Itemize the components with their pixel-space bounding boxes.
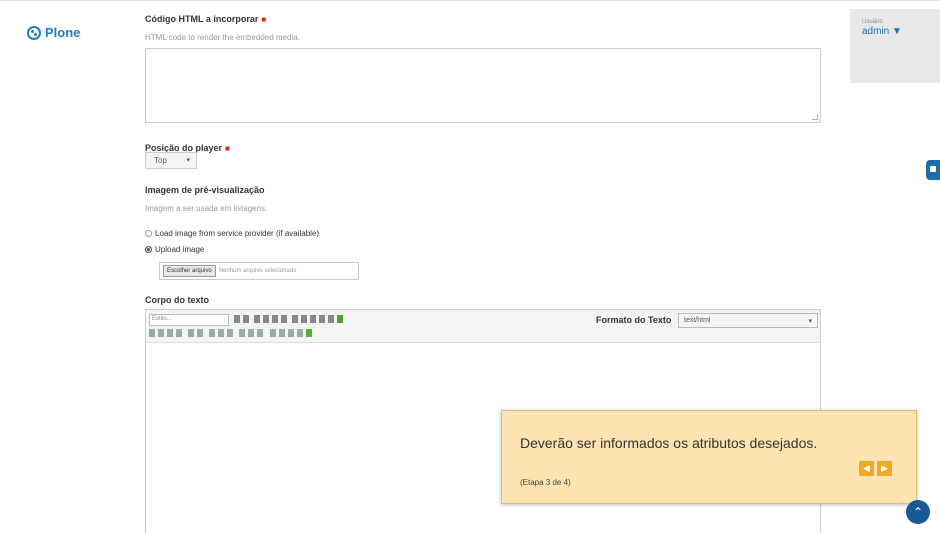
tour-next-button[interactable]: ▶ <box>877 461 892 476</box>
player-position-value: Top <box>154 156 167 165</box>
horizontal-rule-icon[interactable] <box>288 329 294 337</box>
toolbar-toggle-icon[interactable] <box>926 160 940 180</box>
preview-image-field: Imagem de pré-visualização Imagem a ser … <box>145 185 267 213</box>
undo-icon[interactable] <box>149 329 155 337</box>
outdent-icon[interactable] <box>310 315 316 323</box>
redo-icon[interactable] <box>158 329 164 337</box>
player-position-select[interactable]: Top ▾ <box>145 152 197 169</box>
choose-file-button[interactable]: Escolher arquivo <box>163 265 216 277</box>
page: Plone Usuário admin ▼ Código HTML a inco… <box>0 0 940 533</box>
grid-icon[interactable] <box>279 329 285 337</box>
radio-label: Upload image <box>155 245 205 254</box>
italic-icon[interactable] <box>243 315 249 323</box>
image-icon[interactable] <box>176 329 182 337</box>
file-status: Nenhum arquivo selecionado <box>218 268 297 274</box>
list-icon[interactable] <box>270 329 276 337</box>
user-label: Usuário <box>862 19 883 25</box>
editor-toolbar: Estilo... Formato do Texto text/html ▾ <box>146 310 820 343</box>
chevron-down-icon: ▾ <box>186 157 190 164</box>
embed-code-field: Código HTML a incorporar ■ HTML code to r… <box>145 9 300 42</box>
hr-icon[interactable] <box>227 329 233 337</box>
preview-image-label: Imagem de pré-visualização <box>145 185 265 195</box>
bullet-list-icon[interactable] <box>292 315 298 323</box>
align-right-icon[interactable] <box>272 315 278 323</box>
unlink-icon[interactable] <box>197 329 203 337</box>
align-left-icon[interactable] <box>254 315 260 323</box>
style-select[interactable]: Estilo... <box>149 314 229 326</box>
file-upload: Escolher arquivo Nenhum arquivo selecion… <box>159 262 359 280</box>
user-menu[interactable]: Usuário admin ▼ <box>850 9 940 83</box>
embed-code-textarea[interactable] <box>145 48 821 123</box>
text-color-icon[interactable] <box>257 329 263 337</box>
fullscreen-icon[interactable] <box>306 329 312 337</box>
tour-step: (Etapa 3 de 4) <box>520 478 571 487</box>
align-justify-icon[interactable] <box>281 315 287 323</box>
align-center-icon[interactable] <box>263 315 269 323</box>
superscript-icon[interactable] <box>218 329 224 337</box>
text-format-select[interactable]: text/html ▾ <box>678 313 818 328</box>
tour-message: Deverão ser informados os atributos dese… <box>520 435 818 451</box>
numbered-list-icon[interactable] <box>301 315 307 323</box>
site-logo[interactable]: Plone <box>27 25 80 40</box>
scroll-top-button[interactable]: ⌃ <box>906 500 930 524</box>
tour-prev-button[interactable]: ◀ <box>859 461 874 476</box>
tour-tooltip: Deverão ser informados os atributos dese… <box>501 410 917 504</box>
required-icon: ■ <box>261 15 267 24</box>
brand-name: Plone <box>45 25 81 40</box>
user-name[interactable]: admin ▼ <box>862 26 940 37</box>
embed-code-help: HTML code to render the embedded media. <box>145 33 300 42</box>
radio-selected-icon[interactable] <box>145 246 152 253</box>
text-format-value: text/html <box>684 317 711 324</box>
media-icon[interactable] <box>297 329 303 337</box>
body-text-label: Corpo do texto <box>145 295 209 305</box>
spellcheck-icon[interactable] <box>337 315 343 323</box>
plone-logo-icon <box>27 25 41 40</box>
resize-grip-icon[interactable] <box>812 114 818 120</box>
chevron-down-icon: ▾ <box>808 318 812 325</box>
indent-icon[interactable] <box>319 315 325 323</box>
radio-upload-image[interactable]: Upload image <box>145 245 204 254</box>
preview-image-help: Imagem a ser usada em listagens. <box>145 204 268 213</box>
table-icon[interactable] <box>328 315 334 323</box>
text-format-label: Formato do Texto <box>596 315 672 325</box>
clear-format-icon[interactable] <box>239 329 245 337</box>
char-map-icon[interactable] <box>248 329 254 337</box>
radio-label: Load image from service provider (if ava… <box>155 229 320 238</box>
embed-code-label: Código HTML a incorporar <box>145 14 259 24</box>
radio-load-from-provider[interactable]: Load image from service provider (if ava… <box>145 229 319 238</box>
link-icon[interactable] <box>188 329 194 337</box>
required-icon: ■ <box>225 144 230 153</box>
anchor-icon[interactable] <box>167 329 173 337</box>
subscript-icon[interactable] <box>209 329 215 337</box>
bold-icon[interactable] <box>234 315 240 323</box>
radio-icon[interactable] <box>145 230 152 237</box>
